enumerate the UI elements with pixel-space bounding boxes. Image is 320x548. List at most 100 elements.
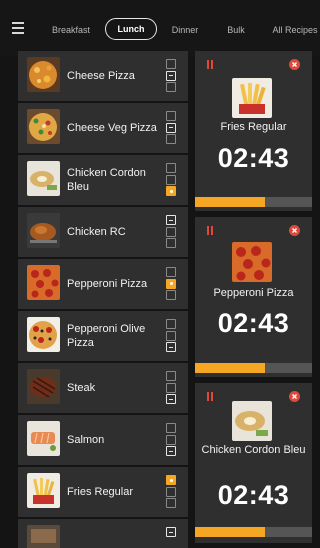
size-checkbox[interactable]: [166, 382, 176, 393]
size-options: [166, 59, 178, 94]
size-checkbox[interactable]: [166, 498, 176, 509]
item-name: Pepperoni Pizza: [67, 278, 148, 290]
timer-item-name: Pepperoni Pizza: [213, 287, 294, 299]
size-checkbox[interactable]: [166, 434, 176, 445]
timer-progress-bar: [195, 527, 312, 537]
size-checkbox[interactable]: [166, 238, 176, 249]
size-options: [166, 475, 178, 510]
list-item-pepperoni-pizza[interactable]: Pepperoni Pizza: [18, 259, 188, 309]
size-checkbox[interactable]: [166, 122, 176, 133]
size-checkbox[interactable]: [166, 278, 176, 289]
list-item-chicken-rc[interactable]: Chicken RC: [18, 207, 188, 257]
pepperoni-pizza-image: [232, 242, 272, 282]
size-checkbox[interactable]: [166, 267, 176, 277]
size-checkbox[interactable]: [166, 226, 176, 237]
cheese-pizza-image: [27, 57, 60, 92]
item-name: Steak: [67, 382, 96, 394]
size-checkbox[interactable]: [166, 290, 176, 301]
timer-countdown: 02:43: [217, 143, 290, 173]
close-icon[interactable]: [289, 391, 300, 402]
list-item-fries-regular[interactable]: Fries Regular: [18, 467, 188, 517]
list-item-cheese-pizza[interactable]: Cheese Pizza: [18, 51, 188, 101]
fries-regular-image: [232, 78, 272, 118]
timer-card-chicken-cordon-bleu: Chicken Cordon Bleu 02:43: [195, 383, 312, 543]
fries-regular-image: [27, 473, 60, 508]
list-item-chicken-cordon-bleu[interactable]: Chicken Cordon Bleu: [18, 155, 188, 205]
size-checkbox[interactable]: [166, 174, 176, 185]
salmon-image: [27, 421, 60, 456]
pause-icon[interactable]: [206, 60, 216, 70]
list-item-pepperoni-olive-pizza[interactable]: Pepperoni Olive Pizza: [18, 311, 188, 361]
item-name: Chicken RC: [67, 226, 126, 238]
tab-lunch[interactable]: Lunch: [105, 18, 157, 40]
list-item-steak[interactable]: Steak: [18, 363, 188, 413]
pepperoni-olive-pizza-image: [27, 317, 60, 352]
size-checkbox[interactable]: [166, 342, 176, 353]
size-checkbox[interactable]: [166, 59, 176, 69]
tab-breakfast[interactable]: Breakfast: [50, 20, 92, 40]
size-checkbox[interactable]: [166, 475, 176, 485]
product-list: Cheese Pizza Cheese Veg Pizza Chicken Co…: [18, 51, 188, 548]
tab-dinner[interactable]: Dinner: [168, 20, 202, 40]
timer-card-pepperoni-pizza: Pepperoni Pizza 02:43: [195, 217, 312, 377]
size-checkbox[interactable]: [166, 394, 176, 405]
size-checkbox[interactable]: [166, 134, 176, 145]
top-nav: Breakfast Lunch Dinner Bulk All Recipes: [0, 0, 320, 56]
timer-item-name: Chicken Cordon Bleu: [201, 444, 306, 456]
size-options: [166, 527, 178, 539]
size-checkbox[interactable]: [166, 215, 176, 225]
item-name: Chicken Cordon Bleu: [67, 167, 146, 193]
tab-bulk[interactable]: Bulk: [222, 20, 250, 40]
timer-progress-fill: [195, 363, 266, 373]
size-checkbox[interactable]: [166, 319, 176, 329]
chicken-cordon-bleu-image: [232, 401, 272, 441]
size-options: [166, 423, 178, 458]
size-checkbox[interactable]: [166, 527, 176, 537]
size-checkbox[interactable]: [166, 186, 176, 197]
close-icon[interactable]: [289, 225, 300, 236]
item-name: [67, 519, 161, 548]
partial-item-image: [27, 525, 60, 548]
size-checkbox[interactable]: [166, 446, 176, 457]
item-name: Fries Regular: [67, 486, 134, 498]
chicken-cordon-bleu-image: [27, 161, 60, 196]
item-name: Salmon: [67, 434, 105, 446]
item-name: Pepperoni Olive Pizza: [67, 323, 146, 349]
size-options: [166, 319, 178, 354]
size-options: [166, 215, 178, 250]
size-options: [166, 267, 178, 302]
cheese-veg-pizza-image: [27, 109, 60, 144]
size-options: [166, 163, 178, 198]
close-icon[interactable]: [289, 59, 300, 70]
list-item-cheese-veg-pizza[interactable]: Cheese Veg Pizza: [18, 103, 188, 153]
size-checkbox[interactable]: [166, 70, 176, 81]
size-checkbox[interactable]: [166, 163, 176, 173]
timer-progress-fill: [195, 197, 266, 207]
item-name: Cheese Pizza: [67, 70, 135, 82]
steak-image: [27, 369, 60, 404]
hamburger-menu-icon[interactable]: [12, 22, 26, 34]
size-checkbox[interactable]: [166, 371, 176, 381]
pause-icon[interactable]: [206, 226, 216, 236]
size-checkbox[interactable]: [166, 111, 176, 121]
size-checkbox[interactable]: [166, 486, 176, 497]
timer-countdown: 02:43: [217, 480, 290, 510]
timer-progress-fill: [195, 527, 266, 537]
timer-card-fries-regular: Fries Regular 02:43: [195, 51, 312, 211]
timer-progress-bar: [195, 363, 312, 373]
pause-icon[interactable]: [206, 392, 216, 402]
size-options: [166, 111, 178, 146]
size-options: [166, 371, 178, 406]
size-checkbox[interactable]: [166, 82, 176, 93]
list-item-salmon[interactable]: Salmon: [18, 415, 188, 465]
tab-all-recipes[interactable]: All Recipes: [270, 20, 320, 40]
size-checkbox[interactable]: [166, 330, 176, 341]
timer-countdown: 02:43: [217, 308, 290, 338]
size-checkbox[interactable]: [166, 423, 176, 433]
timer-progress-bar: [195, 197, 312, 207]
timer-item-name: Fries Regular: [220, 121, 287, 133]
list-item-partial[interactable]: [18, 519, 188, 548]
chicken-rc-image: [27, 213, 60, 248]
item-name: Cheese Veg Pizza: [67, 122, 157, 134]
pepperoni-pizza-image: [27, 265, 60, 300]
